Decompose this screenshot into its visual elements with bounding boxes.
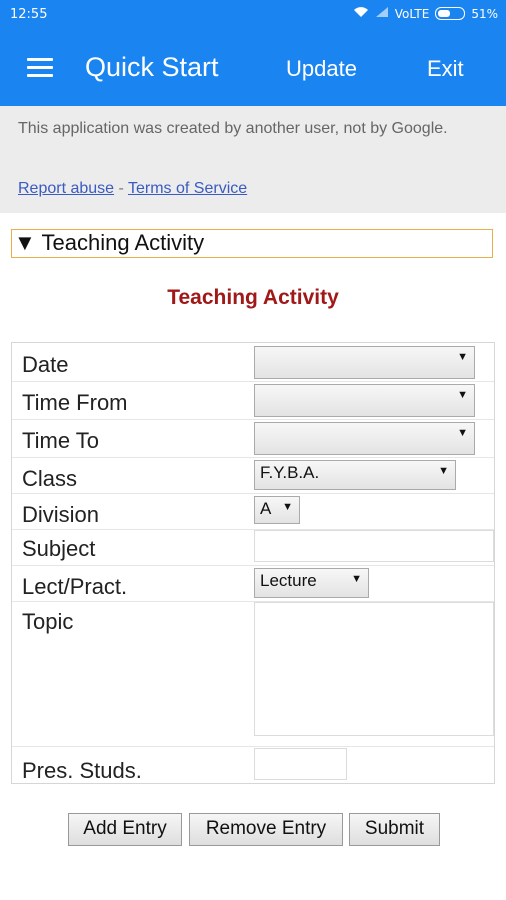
time-from-select[interactable]: ▼	[254, 384, 475, 417]
clock: 12:55	[10, 7, 48, 22]
time-to-row: Time To ▼	[12, 419, 494, 458]
pres-studs-input[interactable]	[254, 748, 347, 780]
time-from-row: Time From ▼	[12, 381, 494, 420]
status-indicators: VoLTE 51%	[353, 6, 498, 21]
notice-banner: This application was created by another …	[0, 106, 506, 213]
battery-percent: 51%	[471, 6, 498, 21]
topic-textarea[interactable]	[254, 602, 494, 736]
terms-of-service-link[interactable]: Terms of Service	[128, 180, 247, 197]
dropdown-arrow-icon: ▼	[351, 573, 362, 585]
dropdown-arrow-icon: ▼	[457, 351, 468, 363]
battery-icon	[435, 7, 466, 20]
lect-pract-select[interactable]: Lecture ▼	[254, 568, 369, 598]
section-toggle[interactable]: ▼ Teaching Activity	[11, 229, 493, 258]
dropdown-arrow-icon: ▼	[438, 465, 449, 477]
subject-label: Subject	[22, 536, 96, 561]
add-entry-button[interactable]: Add Entry	[68, 813, 182, 846]
dropdown-arrow-icon: ▼	[282, 501, 293, 513]
app-bar: Quick Start Update Exit	[0, 30, 506, 106]
wifi-icon	[353, 6, 369, 21]
remove-entry-button[interactable]: Remove Entry	[189, 813, 343, 846]
lect-pract-row: Lect/Pract. Lecture ▼	[12, 565, 494, 602]
banner-links: Report abuse - Terms of Service	[18, 180, 247, 198]
status-bar: 12:55 VoLTE 51%	[0, 0, 506, 30]
subject-row: Subject	[12, 529, 494, 566]
date-label: Date	[22, 352, 69, 377]
date-select[interactable]: ▼	[254, 346, 475, 379]
division-label: Division	[22, 502, 100, 527]
notice-text: This application was created by another …	[18, 120, 448, 137]
signal-icon	[375, 6, 389, 21]
update-button[interactable]: Update	[286, 56, 357, 82]
class-label: Class	[22, 466, 78, 491]
link-separator: -	[118, 180, 124, 197]
hamburger-menu-icon[interactable]	[27, 58, 53, 78]
form-heading: Teaching Activity	[167, 286, 339, 309]
dropdown-arrow-icon: ▼	[457, 389, 468, 401]
topic-label: Topic	[22, 609, 74, 634]
dropdown-arrow-icon: ▼	[457, 427, 468, 439]
time-to-label: Time To	[22, 428, 100, 453]
time-from-label: Time From	[22, 390, 128, 415]
exit-button[interactable]: Exit	[427, 56, 464, 82]
pres-studs-row: Pres. Studs.	[12, 746, 494, 783]
submit-button[interactable]: Submit	[349, 813, 440, 846]
division-select[interactable]: A ▼	[254, 496, 300, 524]
topic-row: Topic	[12, 601, 494, 747]
subject-input[interactable]	[254, 530, 494, 562]
class-row: Class F.Y.B.A. ▼	[12, 457, 494, 494]
pres-studs-label: Pres. Studs.	[22, 758, 142, 783]
app-title: Quick Start	[85, 52, 219, 82]
report-abuse-link[interactable]: Report abuse	[18, 180, 114, 197]
division-row: Division A ▼	[12, 493, 494, 530]
class-select[interactable]: F.Y.B.A. ▼	[254, 460, 456, 490]
time-to-select[interactable]: ▼	[254, 422, 475, 455]
lect-pract-label: Lect/Pract.	[22, 574, 128, 599]
teaching-activity-form: Date ▼ Time From ▼ Time To ▼ Class F.Y.B…	[11, 342, 495, 784]
network-label: VoLTE	[394, 6, 430, 21]
date-row: Date ▼	[12, 343, 494, 382]
